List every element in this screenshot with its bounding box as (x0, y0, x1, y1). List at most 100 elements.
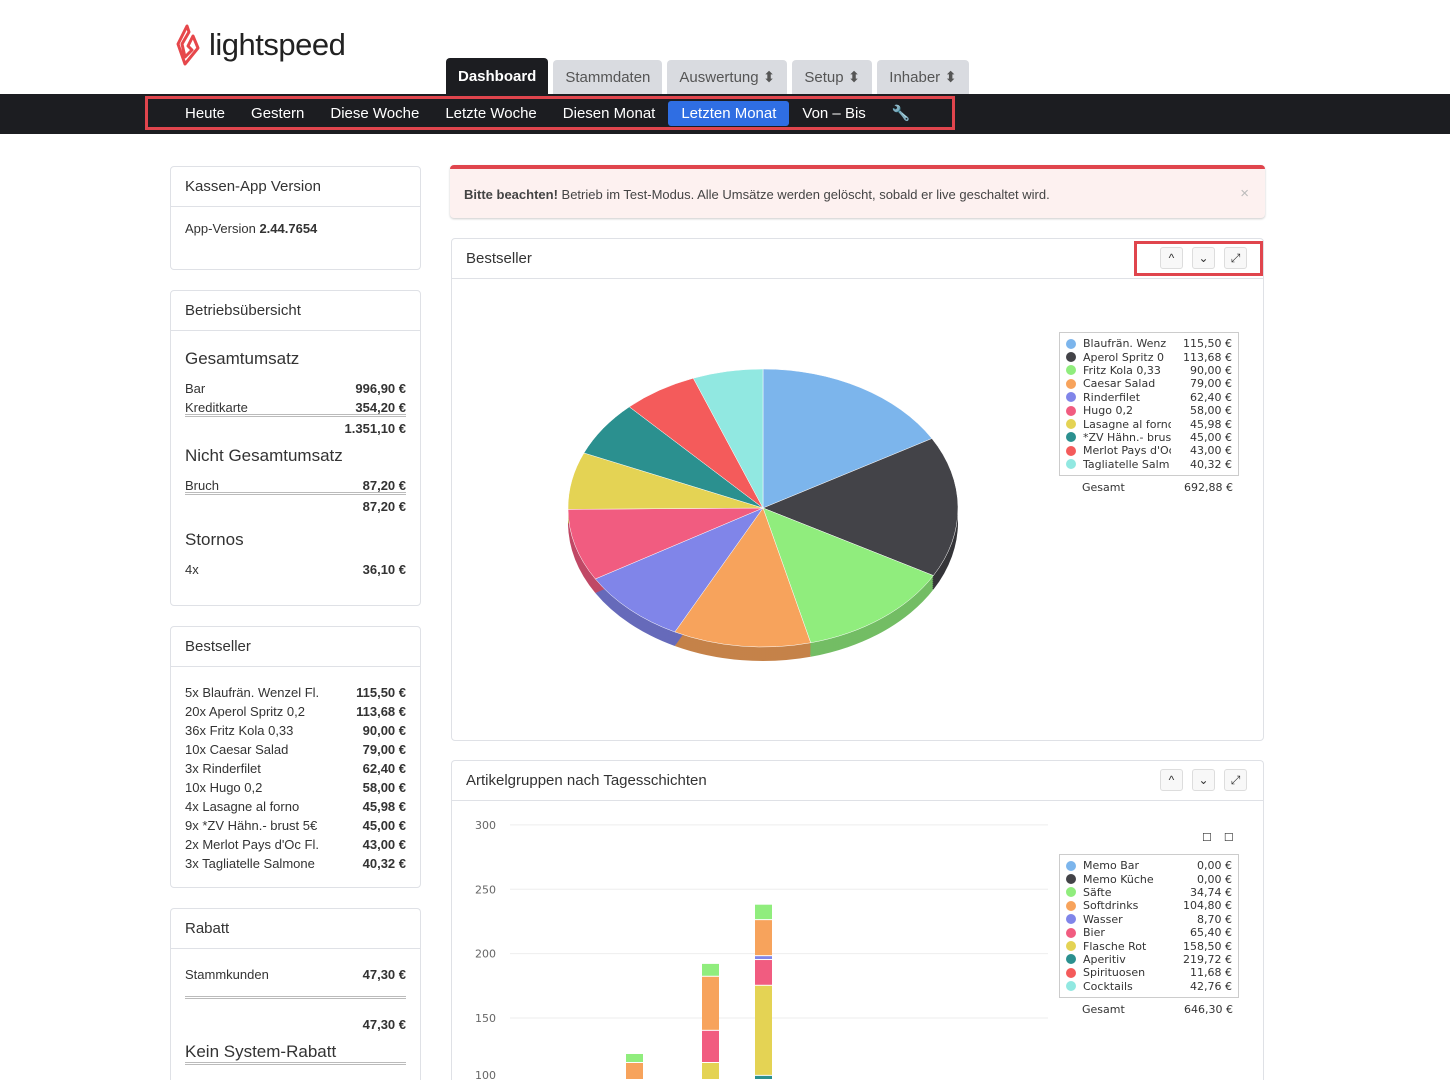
legend-item[interactable]: Fritz Kola 0,33 90,00 € (1066, 364, 1232, 377)
legend-name: Spirituosen (1083, 966, 1146, 980)
alert-strong: Bitte beachten! (464, 187, 558, 202)
row-label: Bar (185, 381, 206, 396)
legend-item[interactable]: Blaufrän. Wenz 115,50 € (1066, 337, 1232, 350)
legend-name: Memo Küche (1083, 872, 1154, 886)
item-value: 113,68 € (356, 704, 406, 719)
legend-value: 158,50 € (1183, 939, 1232, 953)
bestseller-panel: Bestseller ^ ⌄ ⤢ Blaufrän. Wenz 115,50 € Ape… (451, 238, 1264, 741)
row-value: 47,30 € (362, 967, 406, 982)
brand-name: lightspeed (209, 27, 346, 62)
legend-name: Fritz Kola 0,33 (1083, 363, 1161, 377)
test-mode-alert: Bitte beachten! Betrieb im Test-Modus. A… (450, 165, 1265, 218)
legend-value: 0,00 € (1197, 859, 1232, 873)
legend-marker (1066, 954, 1076, 965)
range-letzten-monat[interactable]: Letzten Monat (668, 100, 790, 126)
legend-item[interactable]: Rinderfilet 62,40 € (1066, 391, 1232, 404)
legend-marker (1066, 914, 1076, 925)
legend-name: Wasser (1083, 912, 1123, 926)
range-diese-woche[interactable]: Diese Woche (317, 101, 432, 126)
panel-title: Artikelgruppen nach Tagesschichten (466, 772, 707, 789)
legend-value: 113,68 € (1183, 350, 1232, 364)
legend-value: 65,40 € (1190, 926, 1232, 940)
range-diesen-monat[interactable]: Diesen Monat (550, 101, 669, 126)
legend-value: 79,00 € (1190, 377, 1232, 391)
legend-marker (1066, 445, 1076, 456)
legend-name: Bier (1083, 926, 1105, 940)
legend-marker (1066, 378, 1076, 389)
main-tabs: Dashboard Stammdaten Auswertung ⬍ Setup … (446, 58, 969, 96)
range-von-bis[interactable]: Von – Bis (789, 101, 878, 126)
legend-marker (1066, 352, 1076, 363)
bestseller-row: 5x Blaufrän. Wenzel Fl. 115,50 € (185, 683, 406, 702)
legend-item[interactable]: Spirituosen 11,68 € (1066, 966, 1232, 979)
item-name: 10x Caesar Salad (185, 742, 289, 757)
legend-name: Flasche Rot (1083, 939, 1147, 953)
legend-item[interactable]: Bier 65,40 € (1066, 926, 1232, 939)
legend-marker (1066, 887, 1076, 898)
card-title: Betriebsübersicht (171, 291, 420, 331)
chevron-up-icon[interactable]: ^ (1160, 769, 1183, 791)
legend-item[interactable]: Tagliatelle Salm 40,32 € (1066, 458, 1232, 471)
tab-inhaber[interactable]: Inhaber ⬍ (877, 60, 969, 96)
bar-segment (755, 960, 772, 985)
legend-total-label: Gesamt (1082, 481, 1125, 495)
version-value: 2.44.7654 (259, 221, 318, 236)
tab-auswertung[interactable]: Auswertung ⬍ (667, 60, 788, 96)
item-name: 4x Lasagne al forno (185, 799, 300, 814)
item-name: 3x Rinderfilet (185, 761, 261, 776)
legend-value: 43,00 € (1190, 444, 1232, 458)
expand-icon[interactable]: ⤢ (1224, 769, 1247, 791)
legend-marker (1066, 432, 1076, 443)
legend-item[interactable]: Memo Küche 0,00 € (1066, 872, 1232, 886)
legend-item[interactable]: Hugo 0,2 58,00 € (1066, 404, 1232, 417)
item-value: 43,00 € (362, 837, 406, 852)
row-label: Bruch (185, 478, 219, 493)
legend-name: *ZV Hähn.- brus (1083, 430, 1171, 444)
legend-item[interactable]: Cocktails 42,76 € (1066, 980, 1232, 993)
legend-item[interactable]: Säfte 34,74 € (1066, 886, 1232, 899)
y-tick-label: 250 (475, 883, 496, 896)
legend-item[interactable]: Caesar Salad 79,00 € (1066, 377, 1232, 390)
total-value: 1.351,10 € (344, 421, 406, 436)
legend-item[interactable]: Aperol Spritz 0 113,68 € (1066, 350, 1232, 364)
alert-text: Betrieb im Test-Modus. Alle Umsätze werd… (557, 187, 1050, 202)
legend-value: 90,00 € (1190, 363, 1232, 377)
tab-stammdaten[interactable]: Stammdaten (553, 60, 663, 96)
legend-name: Tagliatelle Salm (1083, 457, 1170, 471)
legend-name: Caesar Salad (1083, 377, 1156, 391)
legend-marker (1066, 365, 1076, 376)
legend-item[interactable]: Aperitiv 219,72 € (1066, 953, 1232, 966)
legend-marker (1066, 338, 1076, 349)
range-gestern[interactable]: Gestern (238, 101, 317, 126)
bestseller-row: 3x Rinderfilet 62,40 € (185, 759, 406, 778)
bar-segment (755, 956, 772, 960)
legend-item[interactable]: Softdrinks 104,80 € (1066, 899, 1232, 912)
range-letzte-woche[interactable]: Letzte Woche (432, 101, 549, 126)
item-value: 90,00 € (362, 723, 406, 738)
legend-item[interactable]: Wasser 8,70 € (1066, 913, 1232, 926)
brand-logo[interactable]: lightspeed (173, 24, 346, 66)
chevron-down-icon[interactable]: ⌄ (1192, 769, 1215, 791)
tab-dashboard[interactable]: Dashboard (446, 58, 549, 96)
wrench-icon[interactable]: 🔧 (879, 100, 924, 126)
bar-segment (702, 1062, 719, 1079)
bar-segment (626, 1053, 643, 1062)
section-title: Kein System-Rabatt (185, 1042, 406, 1065)
legend-value: 34,74 € (1190, 885, 1232, 899)
legend-value: 0,00 € (1197, 872, 1232, 886)
legend-item[interactable]: Memo Bar 0,00 € (1066, 859, 1232, 872)
chart-menu-icons[interactable]: ☐☐ (1202, 831, 1246, 844)
legend-marker (1066, 874, 1076, 885)
legend-item[interactable]: Lasagne al forno 45,98 € (1066, 417, 1232, 431)
legend-item[interactable]: Flasche Rot 158,50 € (1066, 939, 1232, 953)
legend-marker (1066, 981, 1076, 992)
row-value: 354,20 € (355, 400, 406, 415)
bar-segment (702, 1030, 719, 1062)
legend-item[interactable]: *ZV Hähn.- brus 45,00 € (1066, 431, 1232, 444)
legend-marker (1066, 860, 1076, 871)
bar-segment (755, 985, 772, 1075)
close-icon[interactable]: × (1240, 185, 1249, 202)
legend-item[interactable]: Merlot Pays d'Oc 43,00 € (1066, 444, 1232, 457)
tab-setup[interactable]: Setup ⬍ (792, 60, 873, 96)
range-heute[interactable]: Heute (172, 101, 238, 126)
